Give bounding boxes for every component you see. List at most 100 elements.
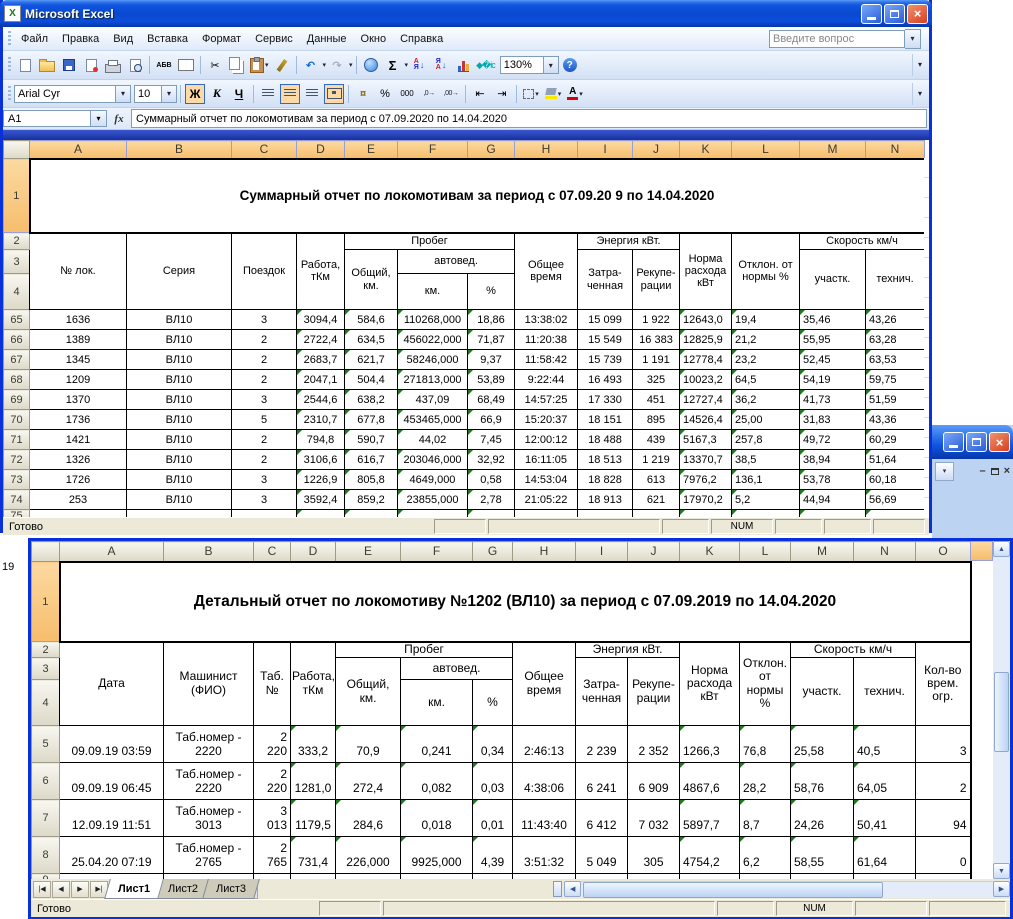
cell[interactable]: 17970,2 xyxy=(680,490,732,510)
permission-button[interactable] xyxy=(81,55,101,75)
column-header-c[interactable]: C xyxy=(232,141,297,159)
header-km[interactable]: км. xyxy=(398,274,468,310)
minimize-button[interactable] xyxy=(861,4,882,24)
italic-button[interactable]: К xyxy=(207,84,227,104)
sort-ascending-button[interactable]: АЯ ↓ xyxy=(409,55,429,75)
cell[interactable]: ВЛ10 xyxy=(127,410,232,430)
header-sector-speed[interactable]: участк. xyxy=(791,658,854,726)
header-speed[interactable]: Скорость км/ч xyxy=(791,642,916,658)
horizontal-scrollbar[interactable] xyxy=(581,881,993,898)
header-km[interactable]: км. xyxy=(401,680,473,726)
cell[interactable]: 621 xyxy=(633,490,680,510)
name-box[interactable]: A1 xyxy=(3,110,91,127)
cell[interactable]: 1 191 xyxy=(633,350,680,370)
cell[interactable]: 2722,4 xyxy=(297,330,345,350)
cell[interactable]: 23,2 xyxy=(732,350,800,370)
column-header-l[interactable]: L xyxy=(740,542,791,562)
cell[interactable]: 2 220 xyxy=(254,726,291,763)
cell[interactable]: 2683,7 xyxy=(297,350,345,370)
cell[interactable] xyxy=(345,510,398,518)
bold-button[interactable]: Ж xyxy=(185,84,205,104)
cut-button[interactable]: ✂ xyxy=(205,55,225,75)
column-header-m[interactable]: M xyxy=(791,542,854,562)
column-header-c[interactable]: C xyxy=(254,542,291,562)
cell[interactable]: 805,8 xyxy=(345,470,398,490)
select-all-corner[interactable] xyxy=(32,542,60,562)
cell[interactable]: 10023,2 xyxy=(680,370,732,390)
doc-close-icon[interactable]: × xyxy=(1004,465,1010,477)
header-driver[interactable]: Машинист (ФИО) xyxy=(164,642,254,726)
menu-data[interactable]: Данные xyxy=(300,31,354,47)
header-energy[interactable]: Энергия кВт. xyxy=(576,642,680,658)
sheet-tab-1[interactable]: Лист1 xyxy=(104,879,164,899)
cell[interactable]: 6,2 xyxy=(740,837,791,874)
hyperlink-button[interactable] xyxy=(361,55,381,75)
cell[interactable]: 453465,000 xyxy=(398,410,468,430)
header-recuperation[interactable]: Рекупе- рации xyxy=(628,658,680,726)
column-header-o[interactable]: O xyxy=(916,542,971,562)
cell[interactable]: 584,6 xyxy=(345,310,398,330)
cell[interactable]: 38,94 xyxy=(800,450,866,470)
cell[interactable]: 1209 xyxy=(30,370,127,390)
increase-indent-button[interactable]: ⇥ xyxy=(492,84,512,104)
cell[interactable]: 634,5 xyxy=(345,330,398,350)
cell[interactable]: 5 049 xyxy=(576,837,628,874)
cell[interactable]: 58,76 xyxy=(791,763,854,800)
cell[interactable]: 40,5 xyxy=(854,726,916,763)
cell[interactable]: 51,59 xyxy=(866,390,925,410)
cell[interactable]: 0,241 xyxy=(401,726,473,763)
cell[interactable]: Таб.номер - 2220 xyxy=(164,763,254,800)
cell[interactable]: 9925,000 xyxy=(401,837,473,874)
format-painter-button[interactable] xyxy=(272,55,292,75)
cell[interactable]: 15:20:37 xyxy=(515,410,578,430)
cell[interactable]: Таб.номер - 2220 xyxy=(164,726,254,763)
cell[interactable]: 2 xyxy=(916,763,971,800)
cell[interactable]: 859,2 xyxy=(345,490,398,510)
header-deviation[interactable]: Отклон. от нормы % xyxy=(732,233,800,310)
cell[interactable]: 14:57:25 xyxy=(515,390,578,410)
vertical-scroll-thumb[interactable] xyxy=(994,672,1009,752)
cell[interactable]: 18 151 xyxy=(578,410,633,430)
cell[interactable]: ВЛ10 xyxy=(127,370,232,390)
doc-minimize-icon[interactable]: – xyxy=(979,465,985,477)
cell[interactable]: 4:38:06 xyxy=(513,763,576,800)
insert-function-button[interactable]: fx xyxy=(107,113,131,125)
cell[interactable]: 71,87 xyxy=(468,330,515,350)
cell[interactable] xyxy=(291,874,336,880)
font-name-combo[interactable]: Arial Cyr xyxy=(14,85,116,103)
column-header-k[interactable]: K xyxy=(680,141,732,159)
cell[interactable]: 44,02 xyxy=(398,430,468,450)
cell[interactable]: 136,1 xyxy=(732,470,800,490)
cell[interactable]: 50,41 xyxy=(854,800,916,837)
cell[interactable]: 0 xyxy=(916,837,971,874)
toolbar-grip[interactable] xyxy=(8,31,11,47)
header-run[interactable]: Пробег xyxy=(336,642,513,658)
cell[interactable]: 437,09 xyxy=(398,390,468,410)
cell[interactable]: 1 219 xyxy=(633,450,680,470)
cell[interactable] xyxy=(866,510,925,518)
underline-button[interactable]: Ч xyxy=(229,84,249,104)
column-header-h[interactable]: H xyxy=(515,141,578,159)
cell[interactable]: 4867,6 xyxy=(680,763,740,800)
chart-wizard-button[interactable] xyxy=(453,55,473,75)
row-header[interactable]: 68 xyxy=(4,370,30,390)
cell[interactable]: 18 513 xyxy=(578,450,633,470)
row-header[interactable]: 4 xyxy=(32,680,60,726)
menu-tools[interactable]: Сервис xyxy=(248,31,300,47)
cell[interactable] xyxy=(515,510,578,518)
cell[interactable]: 3:51:32 xyxy=(513,837,576,874)
cell[interactable]: 09.09.19 06:45 xyxy=(60,763,164,800)
cell[interactable]: 12643,0 xyxy=(680,310,732,330)
decrease-indent-button[interactable]: ⇤ xyxy=(470,84,490,104)
cell[interactable]: ВЛ10 xyxy=(127,350,232,370)
row-header[interactable]: 4 xyxy=(4,274,30,310)
cell[interactable]: 271813,000 xyxy=(398,370,468,390)
cell[interactable]: 15 099 xyxy=(578,310,633,330)
header-norm[interactable]: Норма расхода кВт xyxy=(680,642,740,726)
close-button[interactable]: × xyxy=(989,432,1010,452)
scroll-left-icon[interactable]: ◀ xyxy=(564,881,581,897)
cell[interactable]: 63,28 xyxy=(866,330,925,350)
cell[interactable]: 12778,4 xyxy=(680,350,732,370)
toolbar-grip[interactable] xyxy=(8,86,11,102)
column-header-n[interactable]: N xyxy=(866,141,925,159)
